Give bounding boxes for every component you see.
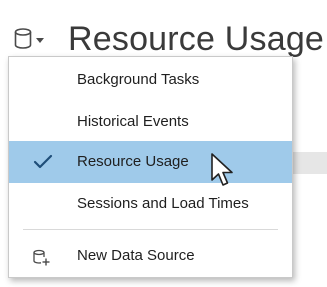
datasource-menu: Background Tasks Historical Events Resou…: [8, 56, 293, 278]
menu-item-label: Historical Events: [77, 113, 189, 130]
database-icon: [14, 28, 32, 49]
menu-item-label: Resource Usage: [77, 153, 189, 170]
menu-item-background-tasks[interactable]: Background Tasks: [9, 59, 292, 101]
menu-item-new-data-source[interactable]: New Data Source: [9, 235, 292, 277]
header: Resource Usage: [0, 0, 327, 60]
caret-down-icon: [36, 38, 44, 43]
menu-item-label: Background Tasks: [77, 71, 200, 88]
menu-item-label: Sessions and Load Times: [77, 195, 249, 212]
page: Resource Usage Background Tasks Historic…: [0, 0, 327, 287]
datasource-dropdown-trigger[interactable]: [14, 27, 50, 53]
page-title: Resource Usage: [68, 20, 325, 58]
background-panel: [288, 152, 327, 174]
menu-divider: [23, 229, 278, 230]
add-database-icon: [33, 249, 51, 272]
menu-item-label: New Data Source: [77, 247, 195, 264]
checkmark-icon: [33, 154, 53, 175]
menu-item-resource-usage[interactable]: Resource Usage: [9, 141, 292, 183]
menu-item-sessions-and-load-times[interactable]: Sessions and Load Times: [9, 183, 292, 225]
menu-item-historical-events[interactable]: Historical Events: [9, 101, 292, 143]
